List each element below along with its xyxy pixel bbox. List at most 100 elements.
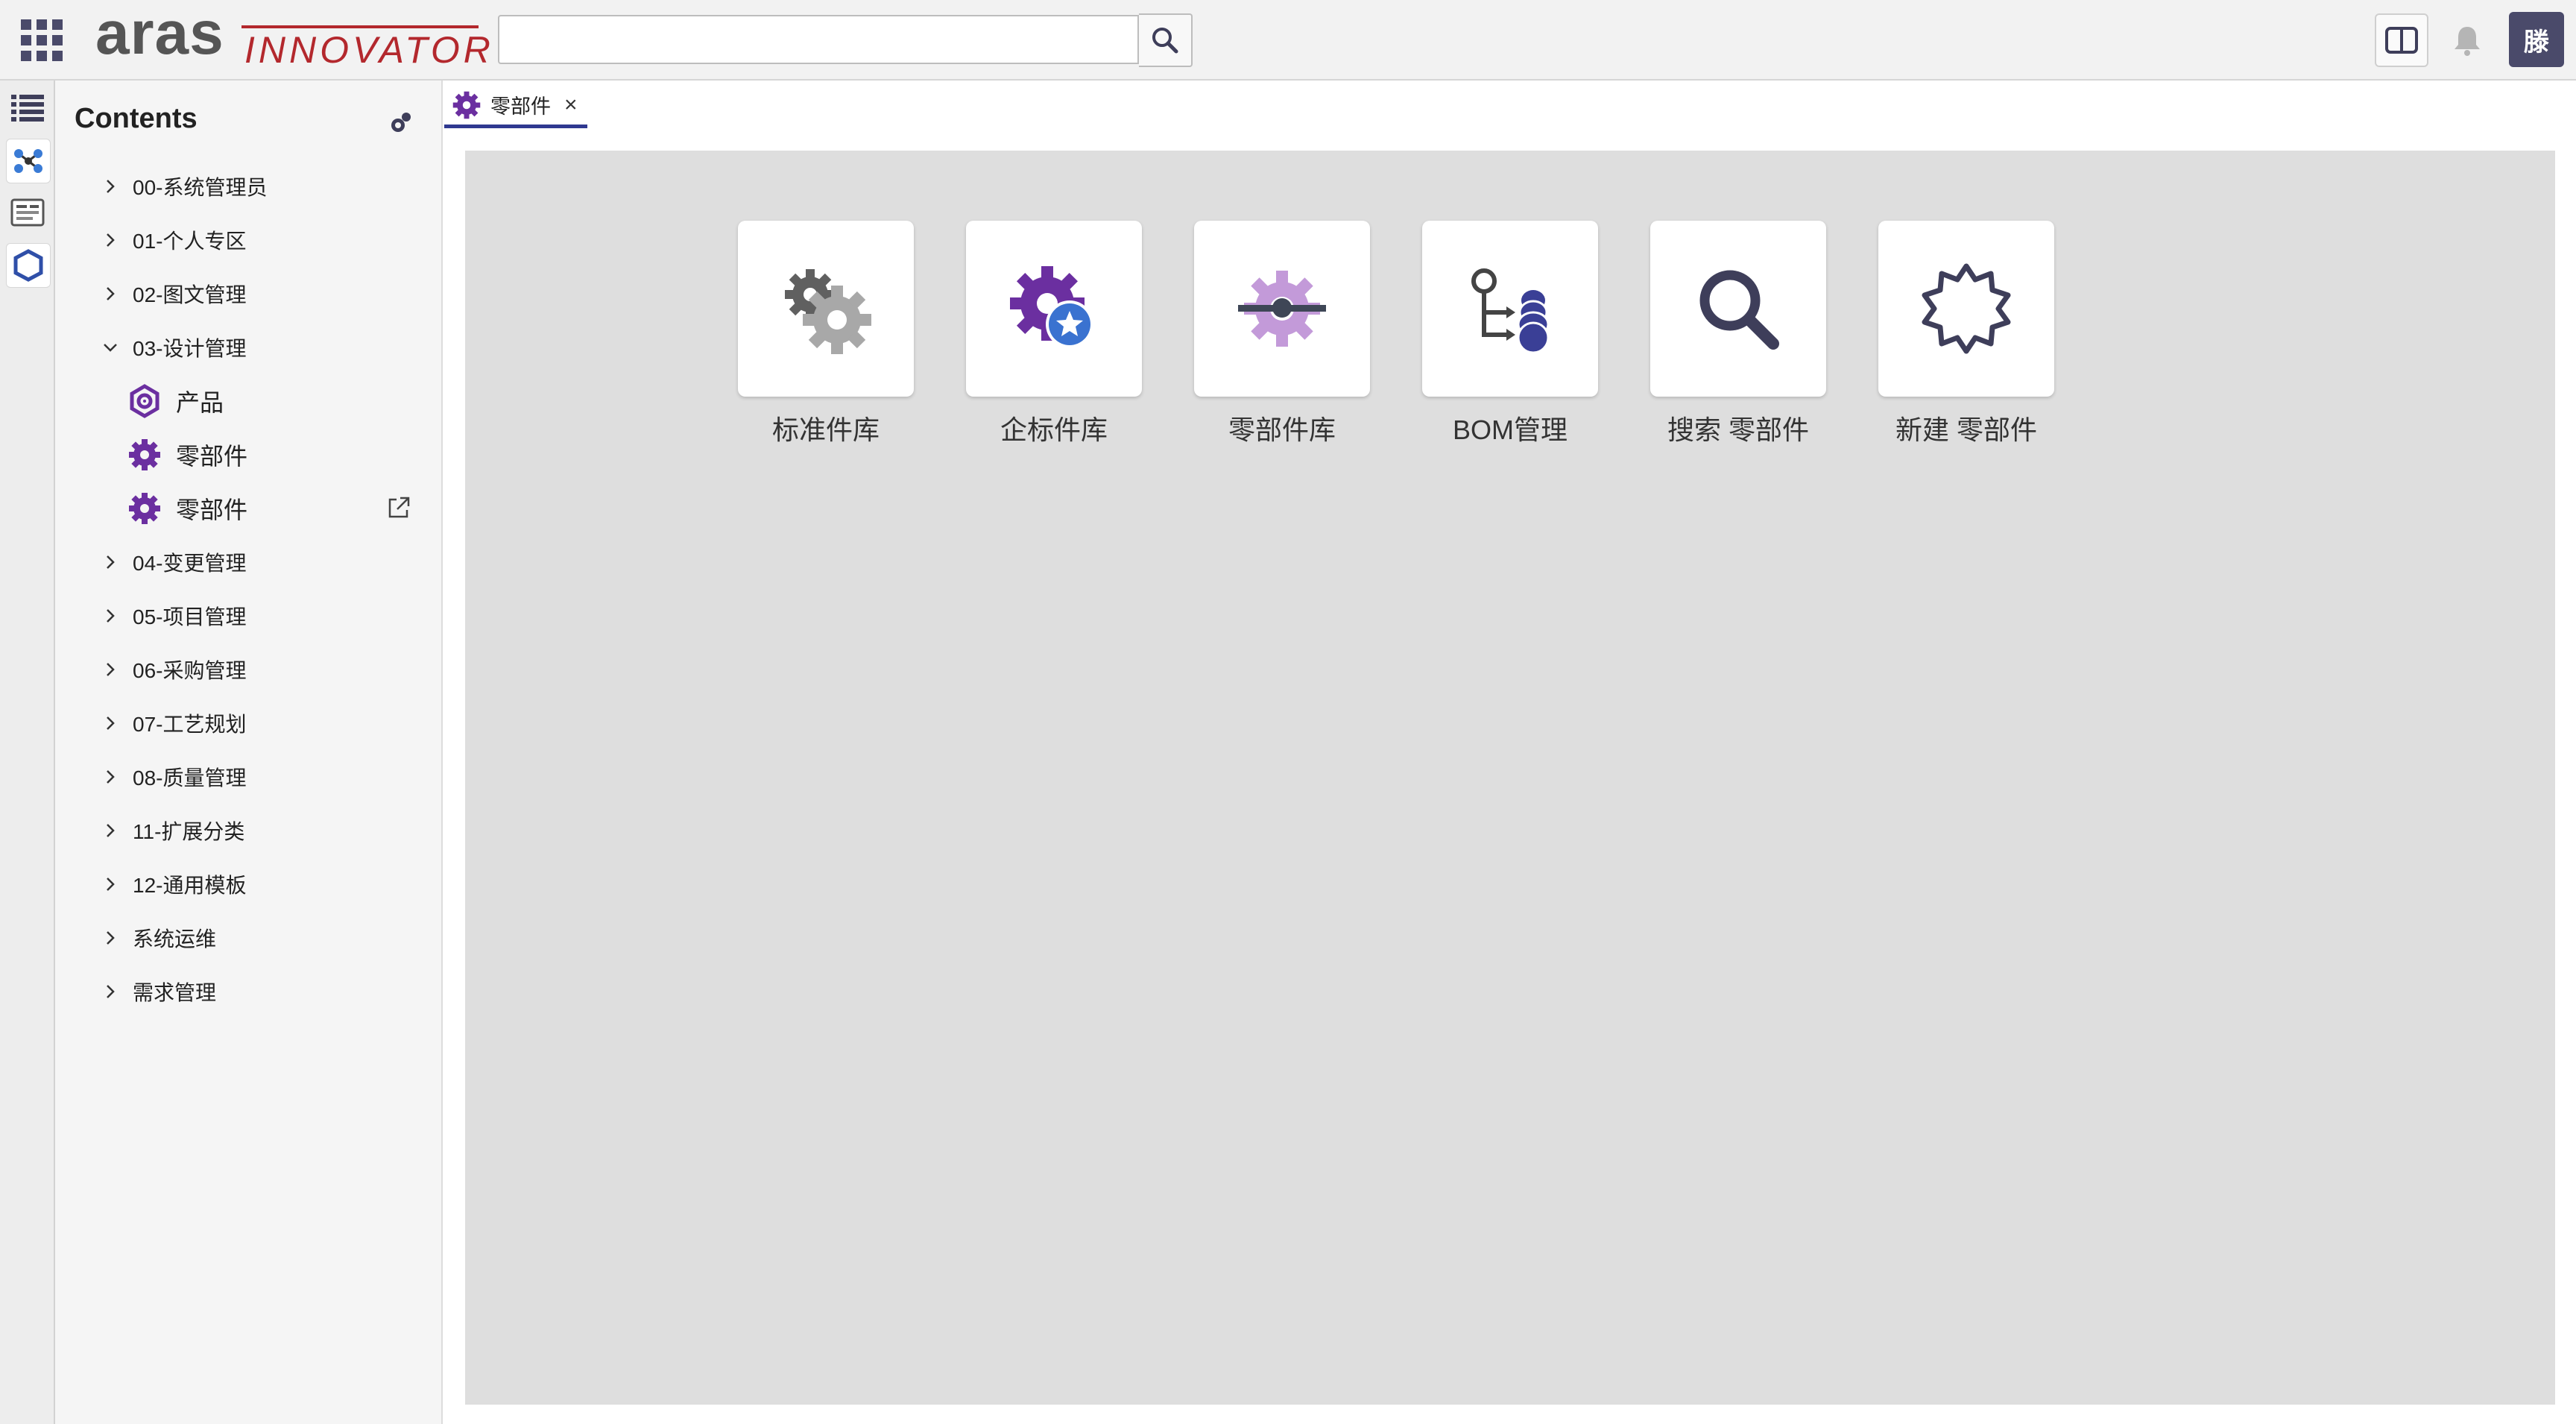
tree-item-label: 02-图文管理 [133, 283, 247, 306]
aras-logo: aras INNOVATOR [95, 0, 490, 71]
network-icon [14, 149, 42, 173]
chevron-right-icon [101, 714, 119, 732]
app-launcher-icon[interactable] [21, 19, 63, 61]
tree-item-label: 00-系统管理员 [133, 176, 268, 199]
app-root: aras INNOVATOR 滕 Contents 00-系统管理员 01-个人… [0, 0, 2576, 1424]
tree-item-label: 零部件 [176, 443, 248, 470]
hexagon-icon [13, 249, 43, 282]
tree-item-label: 05-项目管理 [133, 605, 247, 628]
rail-items-button[interactable] [6, 243, 51, 288]
tile-enterprise-parts[interactable]: 企标件库 [966, 221, 1142, 445]
gears-icon [785, 269, 871, 354]
user-avatar[interactable]: 滕 [2509, 12, 2564, 67]
search-icon [1152, 28, 1178, 54]
new-badge-icon [1922, 263, 2011, 354]
list-icon [11, 95, 44, 122]
split-view-button[interactable] [2375, 13, 2428, 67]
tree-item-quality[interactable]: 08-质量管理 [55, 754, 441, 799]
tree-item-label: 04-变更管理 [133, 552, 247, 575]
tile-label: 新建 零部件 [1895, 415, 2037, 445]
left-rail [0, 81, 55, 1424]
tree-item-requirements[interactable]: 需求管理 [55, 969, 441, 1014]
chevron-right-icon [101, 661, 119, 678]
rail-structure-button[interactable] [6, 139, 51, 183]
product-gear-icon [127, 383, 162, 419]
tile-new-part[interactable]: 新建 零部件 [1878, 221, 2054, 445]
tree-item-procurement[interactable]: 06-采购管理 [55, 647, 441, 692]
chevron-right-icon [101, 607, 119, 625]
rail-forms-button[interactable] [6, 191, 49, 234]
gear-slider-icon [1238, 271, 1326, 347]
split-view-icon [2385, 27, 2418, 54]
contents-title: Contents [75, 103, 198, 134]
chevron-down-icon [101, 338, 119, 356]
tab-label: 零部件 [490, 95, 551, 118]
tree-item-label: 06-采购管理 [133, 659, 247, 682]
logo-subtitle: INNOVATOR [244, 29, 494, 71]
notifications-button[interactable] [2445, 18, 2490, 63]
tree-item-process[interactable]: 07-工艺规划 [55, 701, 441, 746]
workspace: 零部件 × 标准件库 企标件库 零部件库 BOM管理 搜索 零部件 新建 零部件 [443, 81, 2576, 1424]
tree-item-label: 产品 [176, 389, 224, 416]
tile-label: 零部件库 [1228, 415, 1336, 445]
tree-item-extended[interactable]: 11-扩展分类 [55, 808, 441, 853]
chevron-right-icon [101, 285, 119, 303]
tile-search-parts[interactable]: 搜索 零部件 [1650, 221, 1826, 445]
tree-item-system-admin[interactable]: 00-系统管理员 [55, 164, 441, 209]
rail-contents-button[interactable] [6, 86, 49, 130]
tile-label: 企标件库 [1000, 415, 1108, 445]
close-icon[interactable]: × [564, 92, 578, 118]
top-header: aras INNOVATOR 滕 [0, 0, 2576, 81]
chevron-right-icon [101, 822, 119, 839]
form-icon [10, 198, 45, 227]
tile-label: 搜索 零部件 [1667, 415, 1809, 445]
bell-icon [2455, 27, 2480, 56]
chevron-right-icon [101, 553, 119, 571]
gear-icon [452, 90, 482, 120]
gear-star-icon [1010, 266, 1093, 348]
open-external-icon[interactable] [386, 495, 413, 522]
tile-label: BOM管理 [1452, 415, 1568, 445]
tree-item-templates[interactable]: 12-通用模板 [55, 862, 441, 907]
bom-structure-icon [1471, 268, 1550, 354]
tile-bom-management[interactable]: BOM管理 [1422, 221, 1598, 445]
chevron-right-icon [101, 983, 119, 1001]
tree-item-ops[interactable]: 系统运维 [55, 916, 441, 960]
chevron-right-icon [101, 231, 119, 249]
tree-item-label: 01-个人专区 [133, 230, 247, 253]
chevron-right-icon [101, 768, 119, 786]
tree-item-label: 系统运维 [133, 927, 217, 951]
search-input[interactable] [498, 15, 1139, 64]
search-button[interactable] [1139, 13, 1193, 67]
pin-icon [391, 113, 411, 132]
tree-item-label: 11-扩展分类 [133, 820, 245, 843]
chevron-right-icon [101, 875, 119, 893]
gear-icon [127, 491, 162, 526]
tree-child-part-external[interactable]: 零部件 [55, 486, 441, 531]
tree-child-part[interactable]: 零部件 [55, 432, 441, 477]
tab-part[interactable]: 零部件 × [444, 85, 587, 128]
tile-standard-parts[interactable]: 标准件库 [738, 221, 914, 445]
tree-item-label: 需求管理 [133, 981, 217, 1004]
tree-item-label: 07-工艺规划 [133, 713, 247, 736]
tree-item-label: 03-设计管理 [133, 337, 247, 360]
tree-item-documents[interactable]: 02-图文管理 [55, 271, 441, 316]
contents-panel: Contents 00-系统管理员 01-个人专区 02-图文管理 03-设计管… [55, 81, 443, 1424]
logo-wordmark: aras [95, 0, 224, 67]
tree-item-project[interactable]: 05-项目管理 [55, 593, 441, 638]
tile-label: 标准件库 [771, 415, 880, 445]
chevron-right-icon [101, 177, 119, 195]
gear-icon [127, 437, 162, 473]
tree-item-label: 零部件 [176, 497, 248, 523]
pin-panel-button[interactable] [386, 107, 416, 137]
magnifier-icon [1699, 270, 1779, 350]
tile-parts-library[interactable]: 零部件库 [1194, 221, 1370, 445]
chevron-right-icon [101, 929, 119, 947]
tree-item-design[interactable]: 03-设计管理 [55, 325, 441, 370]
tree-item-change[interactable]: 04-变更管理 [55, 540, 441, 585]
tree-item-label: 08-质量管理 [133, 766, 247, 790]
tree-item-personal[interactable]: 01-个人专区 [55, 218, 441, 262]
launcher-canvas: 标准件库 企标件库 零部件库 BOM管理 搜索 零部件 新建 零部件 [465, 151, 2555, 1405]
tree-item-label: 12-通用模板 [133, 874, 247, 897]
tree-child-product[interactable]: 产品 [55, 379, 441, 423]
